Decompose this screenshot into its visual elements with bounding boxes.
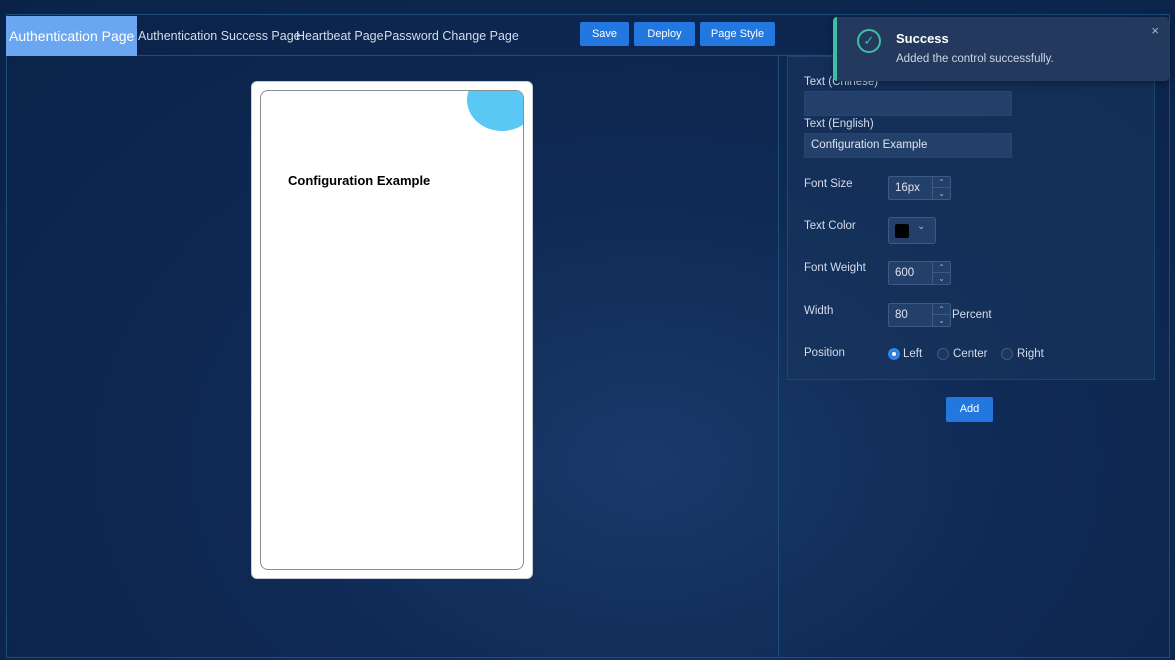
chevron-down-icon: ⌄ <box>917 221 926 232</box>
font-size-stepper[interactable]: 16px ⌃ ⌄ <box>888 176 951 200</box>
deploy-button[interactable]: Deploy <box>634 22 695 46</box>
text-english-label: Text (English) <box>804 118 874 130</box>
position-right-label[interactable]: Right <box>1017 348 1044 360</box>
position-left-radio[interactable] <box>888 348 900 360</box>
close-icon[interactable]: × <box>1151 23 1159 38</box>
phone-preview-screen: Configuration Example <box>260 90 524 570</box>
check-circle-icon: ✓ <box>857 29 881 53</box>
width-value: 80 <box>895 309 908 321</box>
position-label: Position <box>804 347 845 359</box>
chevron-up-icon[interactable]: ⌃ <box>933 304 950 315</box>
text-english-input[interactable]: Configuration Example <box>804 133 1012 158</box>
success-toast: ✓ Success Added the control successfully… <box>833 17 1169 81</box>
panel-divider <box>778 56 779 658</box>
width-stepper[interactable]: 80 ⌃ ⌄ <box>888 303 951 327</box>
text-color-picker[interactable]: ⌄ <box>888 217 936 244</box>
tab-authentication-page[interactable]: Authentication Page <box>6 16 138 56</box>
save-button[interactable]: Save <box>580 22 629 46</box>
page-style-button[interactable]: Page Style <box>700 22 775 46</box>
font-weight-value: 600 <box>895 267 915 279</box>
tab-password-change-page[interactable]: Password Change Page <box>384 16 519 56</box>
chevron-up-icon[interactable]: ⌃ <box>933 177 950 188</box>
position-center-radio[interactable] <box>937 348 949 360</box>
toast-message: Added the control successfully. <box>896 53 1054 65</box>
chevron-down-icon[interactable]: ⌄ <box>933 273 950 284</box>
width-unit-label: Percent <box>952 309 992 321</box>
font-weight-stepper[interactable]: 600 ⌃ ⌄ <box>888 261 951 285</box>
tab-heartbeat-page[interactable]: Heartbeat Page <box>296 16 384 56</box>
tab-authentication-success-page[interactable]: Authentication Success Page <box>138 16 301 56</box>
width-label: Width <box>804 305 834 317</box>
position-center-label[interactable]: Center <box>953 348 988 360</box>
text-chinese-input[interactable] <box>804 91 1012 116</box>
font-size-value: 16px <box>895 182 920 194</box>
position-left-label[interactable]: Left <box>903 348 922 360</box>
font-size-label: Font Size <box>804 178 853 190</box>
decor-circle <box>467 91 523 131</box>
font-weight-label: Font Weight <box>804 262 866 274</box>
add-button[interactable]: Add <box>946 397 993 422</box>
preview-text-control[interactable]: Configuration Example <box>288 173 498 188</box>
chevron-down-icon[interactable]: ⌄ <box>933 188 950 199</box>
chevron-down-icon[interactable]: ⌄ <box>933 315 950 326</box>
position-right-radio[interactable] <box>1001 348 1013 360</box>
text-color-label: Text Color <box>804 220 856 232</box>
toast-title: Success <box>896 31 949 46</box>
color-swatch <box>895 224 909 238</box>
chevron-up-icon[interactable]: ⌃ <box>933 262 950 273</box>
